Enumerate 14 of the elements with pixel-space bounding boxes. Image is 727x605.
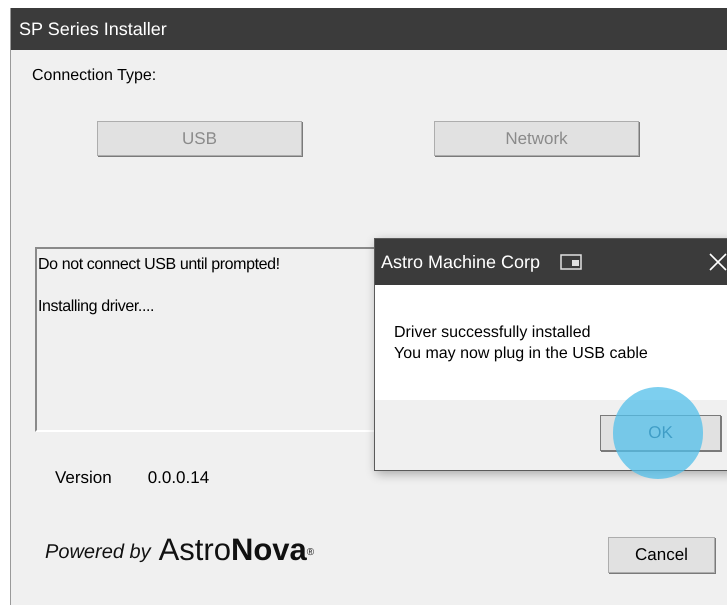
version-label: Version bbox=[55, 467, 112, 489]
connection-type-label: Connection Type: bbox=[32, 66, 158, 86]
window-icon bbox=[560, 254, 582, 270]
dialog-message: Driver successfully installed bbox=[394, 323, 592, 343]
version-value: 0.0.0.14 bbox=[148, 467, 210, 489]
powered-by-text: Powered by bbox=[45, 540, 151, 564]
dialog-message: You may now plug in the USB cable bbox=[394, 344, 649, 364]
window-title: SP Series Installer bbox=[19, 18, 167, 40]
cancel-button[interactable]: Cancel bbox=[608, 536, 715, 572]
close-icon[interactable] bbox=[709, 253, 727, 271]
brand-logo: AstroNova$^{®}$ bbox=[158, 532, 314, 566]
log-line: Do not connect USB until prompted! bbox=[38, 255, 280, 275]
log-line: Installing driver.... bbox=[38, 297, 154, 317]
dialog-title: Astro Machine Corp bbox=[381, 250, 540, 274]
